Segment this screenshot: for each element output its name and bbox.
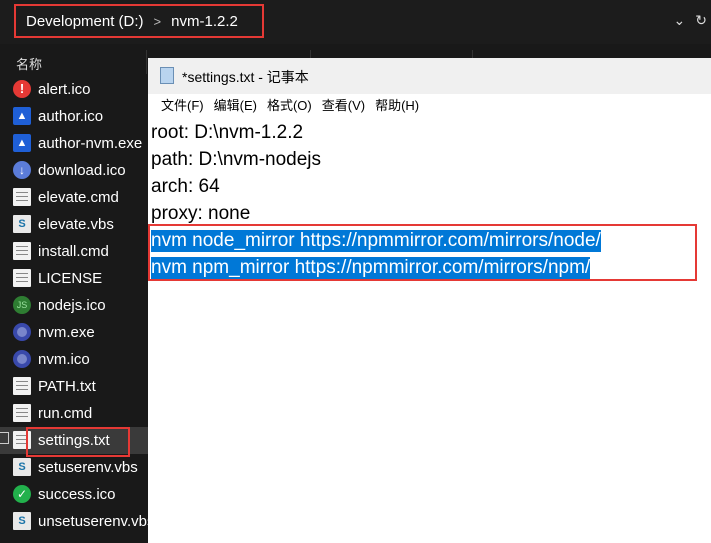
page-icon [13,242,31,260]
file-name: nvm.exe [38,324,95,341]
column-divider[interactable] [146,50,147,74]
chevron-down-icon[interactable]: ⌄ [674,12,686,29]
success-icon: ✓ [13,485,31,503]
file-row-nvm-ico[interactable]: nvm.ico [0,346,148,373]
selected-file-highlight [26,427,130,457]
file-name: run.cmd [38,405,93,422]
file-row-run[interactable]: run.cmd [0,400,148,427]
file-row-unsetuserenv[interactable]: S unsetuserenv.vbs [0,508,154,535]
notepad-window: *settings.txt - 记事本 文件(F) 编辑(E) 格式(O) 查看… [148,58,711,543]
file-name: nodejs.ico [38,297,106,314]
file-name: install.cmd [38,243,109,260]
column-name-header[interactable]: 名称 [16,54,42,73]
breadcrumb[interactable]: Development (D:) > nvm-1.2.2 [14,4,264,38]
file-row-setuserenv[interactable]: S setuserenv.vbs [0,454,148,481]
text-editor[interactable]: root: D:\nvm-1.2.2 path: D:\nvm-nodejs a… [148,118,711,543]
file-name: LICENSE [38,270,103,287]
file-row-success[interactable]: ✓ success.ico [0,481,148,508]
file-row-license[interactable]: LICENSE [0,265,148,292]
menu-view[interactable]: 查看(V) [317,94,370,118]
file-row-download[interactable]: ↓ download.ico [0,157,148,184]
page-icon [13,188,31,206]
alert-icon: ! [13,80,31,98]
file-name: nvm.ico [38,351,90,368]
file-row-elevate-vbs[interactable]: S elevate.vbs [0,211,148,238]
text-line: proxy: none [151,203,251,224]
breadcrumb-drive[interactable]: Development (D:) [26,13,144,30]
file-name: setuserenv.vbs [38,459,138,476]
author-icon: ▲ [13,107,31,125]
file-row-author-nvm[interactable]: ▲ author-nvm.exe [0,130,148,157]
refresh-icon[interactable]: ↻ [695,12,707,29]
menu-edit[interactable]: 编辑(E) [209,94,262,118]
file-name: elevate.vbs [38,216,114,233]
notepad-icon [160,67,174,84]
file-name: author-nvm.exe [38,135,143,152]
script-icon: S [13,458,31,476]
address-controls: ⌄ ↻ [674,12,707,29]
author-nvm-icon: ▲ [13,134,31,152]
file-row-author[interactable]: ▲ author.ico [0,103,148,130]
menu-format[interactable]: 格式(O) [262,94,317,118]
file-list: ! alert.ico ▲ author.ico ▲ author-nvm.ex… [0,76,154,543]
selection-checkbox[interactable] [0,432,9,444]
file-name: success.ico [38,486,116,503]
file-name: elevate.cmd [38,189,119,206]
nvm-icon [13,350,31,368]
page-icon [13,377,31,395]
script-icon: S [13,215,31,233]
selection-highlight-frame [148,224,697,281]
text-line: path: D:\nvm-nodejs [151,149,322,170]
menu-bar: 文件(F) 编辑(E) 格式(O) 查看(V) 帮助(H) [148,94,711,118]
script-icon: S [13,512,31,530]
file-row-nvm-exe[interactable]: nvm.exe [0,319,148,346]
nodejs-icon: JS [13,296,31,314]
page-icon [13,404,31,422]
file-name: download.ico [38,162,126,179]
text-line: root: D:\nvm-1.2.2 [151,122,304,143]
file-row-nodejs[interactable]: JS nodejs.ico [0,292,148,319]
file-name: author.ico [38,108,104,125]
menu-file[interactable]: 文件(F) [156,94,209,118]
address-bar[interactable]: Development (D:) > nvm-1.2.2 ⌄ ↻ [0,0,711,44]
page-icon [13,269,31,287]
text-line: arch: 64 [151,176,220,197]
menu-help[interactable]: 帮助(H) [370,94,424,118]
file-name: PATH.txt [38,378,96,395]
file-row-elevate-cmd[interactable]: elevate.cmd [0,184,148,211]
file-row-install[interactable]: install.cmd [0,238,148,265]
nvm-icon [13,323,31,341]
file-name: alert.ico [38,81,91,98]
file-row-path[interactable]: PATH.txt [0,373,148,400]
window-title: *settings.txt - 记事本 [182,69,309,85]
chevron-right-icon: > [153,13,162,29]
file-row-alert[interactable]: ! alert.ico [0,76,148,103]
breadcrumb-folder[interactable]: nvm-1.2.2 [171,13,238,30]
file-name: unsetuserenv.vbs [38,513,155,530]
notepad-titlebar[interactable]: *settings.txt - 记事本 [148,58,711,94]
download-icon: ↓ [13,161,31,179]
